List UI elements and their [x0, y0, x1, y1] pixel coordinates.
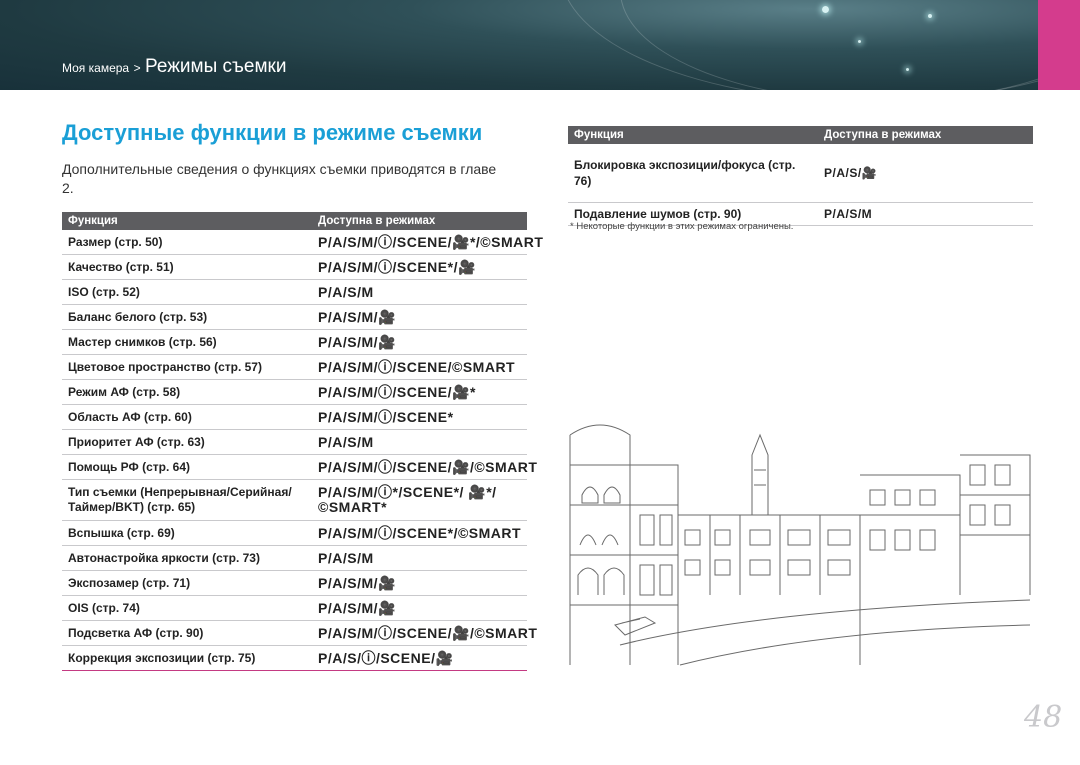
table-row: Помощь РФ (стр. 64) P/A/S/M/ⓘ/SCENE/🎥/©S…	[62, 454, 537, 480]
function-cell: Тип съемки (Непрерывная/Серийная/ Таймер…	[62, 479, 312, 521]
breadcrumb-current: Режимы съемки	[145, 56, 287, 77]
modes-cell: P/A/S/M	[312, 429, 527, 455]
breadcrumb-separator: >	[133, 61, 141, 75]
modes-cell: P/A/S/M/ⓘ/SCENE/🎥*	[312, 379, 527, 405]
modes-cell: P/A/S/M/🎥	[312, 595, 527, 621]
footnote: * Некоторые функции в этих режимах огран…	[570, 221, 794, 232]
chapter-tab	[1038, 0, 1080, 90]
column-header-modes: Доступна в режимах	[312, 212, 527, 230]
function-cell: Область АФ (стр. 60)	[62, 404, 312, 430]
sparkle-icon	[822, 6, 829, 13]
function-cell: Размер (стр. 50)	[62, 230, 312, 255]
modes-cell: P/A/S/M	[312, 279, 527, 305]
sparkle-icon	[906, 68, 909, 71]
function-cell: Баланс белого (стр. 53)	[62, 304, 312, 330]
modes-cell: P/A/S/M/🎥	[312, 329, 527, 355]
page-title: Доступные функции в режиме съемки	[62, 120, 483, 145]
function-cell: Качество (стр. 51)	[62, 254, 312, 280]
function-cell: Подсветка АФ (стр. 90)	[62, 620, 312, 646]
table-row: Автонастройка яркости (стр. 73) P/A/S/M	[62, 545, 527, 571]
breadcrumb: Моя камера > Режимы съемки	[62, 56, 286, 78]
function-cell: Автонастройка яркости (стр. 73)	[62, 545, 312, 571]
intro-text: Дополнительные сведения о функциях съемк…	[62, 161, 497, 196]
function-cell: Режим АФ (стр. 58)	[62, 379, 312, 405]
functions-table-left: Функция Доступна в режимах Размер (стр. …	[62, 212, 543, 671]
modes-cell: P/A/S/M	[312, 545, 527, 571]
functions-table-right: Функция Доступна в режимах Блокировка эк…	[568, 126, 1033, 226]
table-row: Экспозамер (стр. 71) P/A/S/M/🎥	[62, 570, 527, 596]
table-row: Качество (стр. 51) P/A/S/M/ⓘ/SCENE*/🎥	[62, 254, 527, 280]
table-row: OIS (стр. 74) P/A/S/M/🎥	[62, 595, 527, 621]
table-row: Область АФ (стр. 60) P/A/S/M/ⓘ/SCENE*	[62, 404, 527, 430]
modes-cell: P/A/S/M/ⓘ*/SCENE*/ 🎥*/©SMART*	[312, 479, 527, 521]
function-cell: Экспозамер (стр. 71)	[62, 570, 312, 596]
header-banner: Моя камера > Режимы съемки	[0, 0, 1038, 90]
function-cell: Мастер снимков (стр. 56)	[62, 329, 312, 355]
function-cell: Цветовое пространство (стр. 57)	[62, 354, 312, 380]
table-row: Подсветка АФ (стр. 90) P/A/S/M/ⓘ/SCENE/🎥…	[62, 620, 537, 646]
modes-cell: P/A/S/🎥	[818, 144, 1033, 203]
table-row: Баланс белого (стр. 53) P/A/S/M/🎥	[62, 304, 527, 330]
function-cell: Блокировка экспозиции/фокуса (стр. 76)	[568, 144, 818, 203]
column-header-function: Функция	[568, 126, 818, 144]
modes-cell: P/A/S/M/ⓘ/SCENE/🎥/©SMART	[312, 454, 537, 480]
table-row: Размер (стр. 50) P/A/S/M/ⓘ/SCENE/🎥*/©SMA…	[62, 230, 543, 255]
table-row: Приоритет АФ (стр. 63) P/A/S/M	[62, 429, 527, 455]
street-illustration	[569, 424, 1031, 666]
sparkle-icon	[928, 14, 932, 18]
table-row: Цветовое пространство (стр. 57) P/A/S/M/…	[62, 354, 527, 380]
function-cell: OIS (стр. 74)	[62, 595, 312, 621]
function-cell: ISO (стр. 52)	[62, 279, 312, 305]
modes-cell: P/A/S/M/🎥	[312, 304, 527, 330]
decorative-arc	[620, 0, 1038, 90]
function-cell: Вспышка (стр. 69)	[62, 520, 312, 546]
modes-cell: P/A/S/M/🎥	[312, 570, 527, 596]
modes-cell: P/A/S/M	[818, 202, 1033, 226]
modes-cell: P/A/S/M/ⓘ/SCENE*	[312, 404, 527, 430]
table-row: ISO (стр. 52) P/A/S/M	[62, 279, 527, 305]
modes-cell: P/A/S/M/ⓘ/SCENE*/©SMART	[312, 520, 527, 546]
modes-cell: P/A/S/M/ⓘ/SCENE/🎥*/©SMART	[312, 230, 543, 255]
function-cell: Помощь РФ (стр. 64)	[62, 454, 312, 480]
sparkle-icon	[858, 40, 861, 43]
modes-cell: P/A/S/ⓘ/SCENE/🎥	[312, 645, 527, 671]
table-row: Режим АФ (стр. 58) P/A/S/M/ⓘ/SCENE/🎥*	[62, 379, 527, 405]
table-row: Блокировка экспозиции/фокуса (стр. 76) P…	[568, 144, 1033, 203]
table-row: Мастер снимков (стр. 56) P/A/S/M/🎥	[62, 329, 527, 355]
table-row: Коррекция экспозиции (стр. 75) P/A/S/ⓘ/S…	[62, 645, 527, 671]
modes-cell: P/A/S/M/ⓘ/SCENE*/🎥	[312, 254, 527, 280]
page-number: 48	[1024, 700, 1063, 735]
column-header-function: Функция	[62, 212, 312, 230]
modes-cell: P/A/S/M/ⓘ/SCENE/🎥/©SMART	[312, 620, 537, 646]
breadcrumb-parent[interactable]: Моя камера	[62, 61, 129, 75]
column-header-modes: Доступна в режимах	[818, 126, 1033, 144]
function-cell: Коррекция экспозиции (стр. 75)	[62, 645, 312, 671]
function-cell: Приоритет АФ (стр. 63)	[62, 429, 312, 455]
table-row: Тип съемки (Непрерывная/Серийная/ Таймер…	[62, 479, 527, 521]
modes-cell: P/A/S/M/ⓘ/SCENE/©SMART	[312, 354, 527, 380]
table-row: Вспышка (стр. 69) P/A/S/M/ⓘ/SCENE*/©SMAR…	[62, 520, 527, 546]
